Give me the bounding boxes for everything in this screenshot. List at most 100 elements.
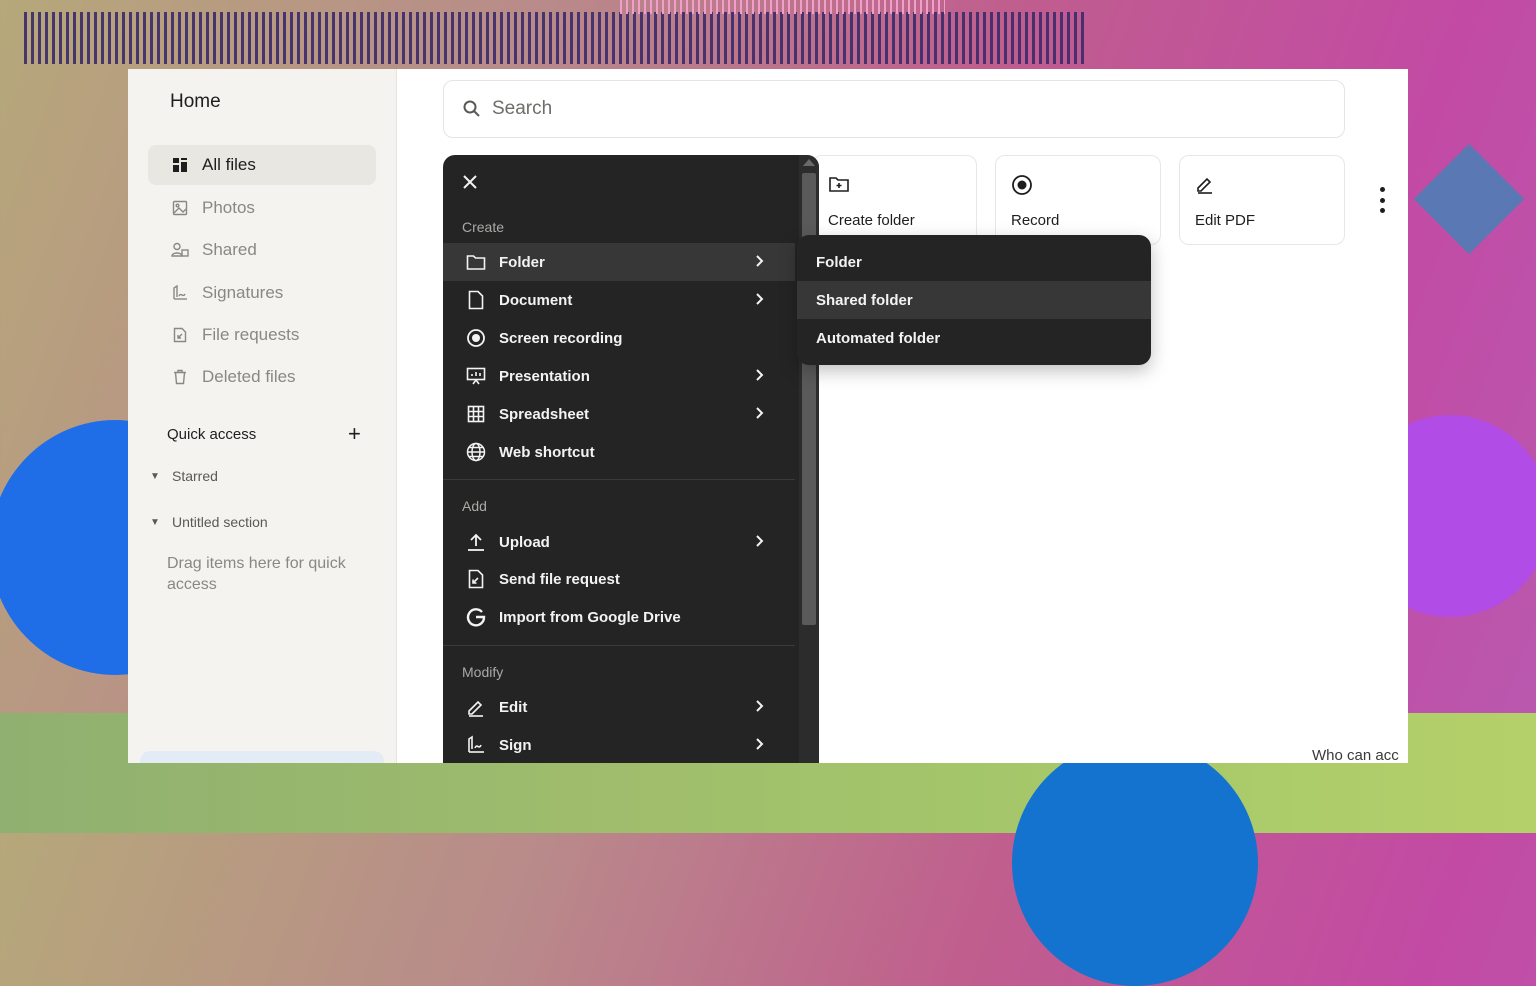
search-icon	[462, 99, 482, 119]
section-label: Untitled section	[172, 514, 268, 530]
submenu-item-folder[interactable]: Folder	[797, 243, 1151, 281]
folder-icon	[465, 251, 487, 273]
more-options-button[interactable]	[1372, 187, 1392, 213]
background-stripes-pink	[620, 0, 945, 14]
screen-recording-icon	[465, 327, 487, 349]
sidebar-item-label: File requests	[202, 325, 300, 344]
section-starred[interactable]: ▼ Starred	[150, 468, 218, 484]
upload-icon	[465, 531, 487, 553]
record-icon	[1011, 174, 1033, 201]
quick-access-title: Quick access	[167, 426, 257, 443]
chevron-down-icon: ▼	[150, 516, 160, 528]
close-icon[interactable]	[461, 173, 479, 196]
sidebar-item-all-files[interactable]: All files	[148, 145, 376, 185]
menu-divider	[443, 645, 795, 646]
menu-item-spreadsheet[interactable]: Spreadsheet	[443, 395, 795, 433]
presentation-icon	[465, 365, 487, 387]
chevron-down-icon: ▼	[150, 470, 160, 482]
edit-pdf-icon	[1195, 174, 1215, 199]
quick-access-hint: Drag items here for quick access	[167, 555, 346, 593]
menu-item-label: Document	[499, 291, 573, 309]
photos-icon	[170, 198, 190, 218]
all-files-icon	[170, 155, 190, 175]
menu-item-edit[interactable]: Edit	[443, 688, 795, 726]
chevron-right-icon	[755, 368, 765, 386]
menu-item-label: Import from Google Drive	[499, 608, 681, 626]
menu-item-label: Spreadsheet	[499, 405, 590, 423]
file-requests-icon	[170, 325, 190, 345]
document-icon	[465, 289, 487, 311]
menu-item-screen-recording[interactable]: Screen recording	[443, 319, 795, 357]
add-quick-access-button[interactable]: +	[348, 421, 361, 447]
file-request-icon	[465, 568, 487, 590]
sidebar-item-label: Signatures	[202, 283, 284, 302]
folder-submenu: Folder Shared folder Automated folder	[797, 235, 1151, 365]
section-label: Starred	[172, 468, 218, 484]
background-circle-blue-bottom	[1012, 740, 1258, 986]
sidebar-item-label: Deleted files	[202, 367, 296, 386]
menu-item-sign[interactable]: Sign	[443, 726, 795, 763]
spreadsheet-icon	[465, 403, 487, 425]
group-label-create: Create	[462, 219, 505, 235]
menu-item-presentation[interactable]: Presentation	[443, 357, 795, 395]
menu-item-label: Folder	[499, 253, 545, 271]
record-card[interactable]: Record	[995, 155, 1161, 245]
scroll-up-icon[interactable]	[803, 159, 815, 166]
card-label: Edit PDF	[1195, 212, 1256, 229]
trash-icon	[170, 367, 190, 387]
sidebar-home-link[interactable]: Home	[170, 91, 221, 113]
menu-item-label: Upload	[499, 533, 550, 551]
sidebar: Home All files Photos Shared Signatures	[128, 69, 397, 763]
section-untitled[interactable]: ▼ Untitled section	[150, 514, 268, 530]
menu-item-web-shortcut[interactable]: Web shortcut	[443, 433, 795, 471]
shared-icon	[170, 240, 190, 260]
google-icon	[465, 606, 487, 628]
sidebar-item-signatures[interactable]: Signatures	[148, 273, 376, 313]
create-folder-icon	[828, 174, 850, 199]
menu-item-folder[interactable]: Folder	[443, 243, 795, 281]
group-label-modify: Modify	[462, 664, 504, 680]
sidebar-item-deleted-files[interactable]: Deleted files	[148, 357, 376, 397]
more-dot-icon	[1379, 187, 1385, 192]
card-label: Record	[1011, 212, 1060, 229]
who-can-access-label: Who can acc	[1312, 747, 1399, 763]
chevron-right-icon	[755, 254, 765, 272]
sidebar-item-shared[interactable]: Shared	[148, 230, 376, 270]
menu-item-import-google-drive[interactable]: Import from Google Drive	[443, 598, 795, 636]
menu-item-label: Presentation	[499, 367, 590, 385]
menu-item-label: Send file request	[499, 570, 620, 588]
app-window: Home All files Photos Shared Signatures	[128, 69, 1408, 763]
search-bar[interactable]	[443, 80, 1345, 138]
sign-icon	[465, 734, 487, 756]
create-menu: Create Folder Document Screen recording	[443, 155, 819, 763]
sidebar-item-photos[interactable]: Photos	[148, 188, 376, 228]
sidebar-bottom-panel	[140, 751, 384, 763]
more-dot-icon	[1379, 197, 1385, 203]
sidebar-item-label: Photos	[202, 198, 255, 217]
sidebar-item-file-requests[interactable]: File requests	[148, 315, 376, 355]
submenu-item-automated-folder[interactable]: Automated folder	[797, 319, 1151, 357]
menu-item-document[interactable]: Document	[443, 281, 795, 319]
menu-item-label: Edit	[499, 698, 528, 716]
group-label-add: Add	[462, 498, 487, 514]
search-input[interactable]	[490, 97, 1294, 121]
more-dot-icon	[1379, 208, 1385, 213]
chevron-right-icon	[755, 737, 765, 755]
submenu-item-shared-folder[interactable]: Shared folder	[797, 281, 1151, 319]
card-label: Create folder	[828, 212, 915, 229]
chevron-right-icon	[755, 406, 765, 424]
background-diamond	[1413, 143, 1525, 255]
chevron-right-icon	[755, 699, 765, 717]
globe-icon	[465, 441, 487, 463]
sidebar-item-label: Shared	[202, 240, 257, 259]
menu-item-label: Screen recording	[499, 329, 623, 347]
pencil-icon	[465, 696, 487, 718]
menu-item-send-file-request[interactable]: Send file request	[443, 560, 795, 598]
menu-divider	[443, 479, 795, 480]
menu-item-label: Sign	[499, 736, 532, 754]
menu-item-upload[interactable]: Upload	[443, 523, 795, 561]
menu-item-label: Web shortcut	[499, 443, 595, 461]
edit-pdf-card[interactable]: Edit PDF	[1179, 155, 1345, 245]
create-folder-card[interactable]: Create folder	[812, 155, 977, 245]
background-stripes	[24, 12, 1084, 64]
